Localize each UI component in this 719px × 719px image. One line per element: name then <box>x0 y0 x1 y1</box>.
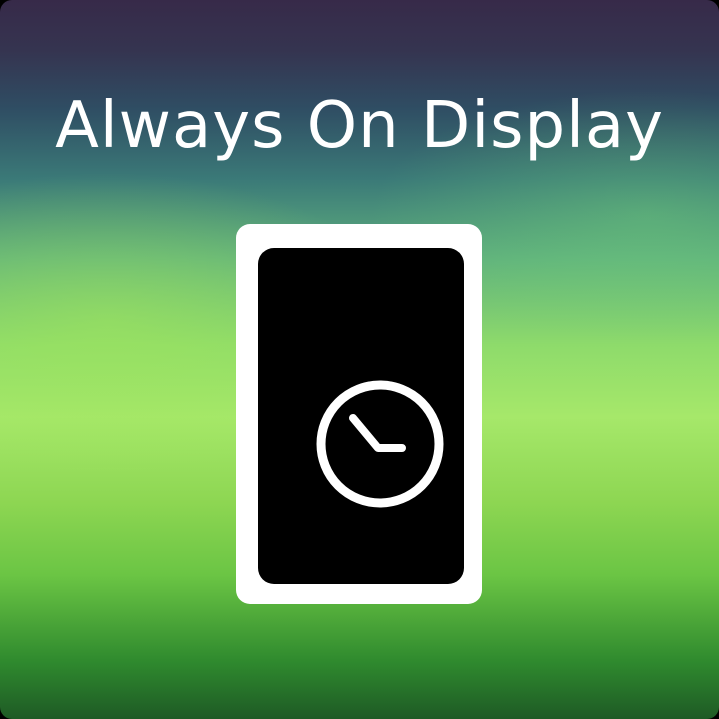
phone-icon <box>236 224 482 604</box>
app-tile[interactable]: Always On Display <box>0 0 719 719</box>
clock-icon <box>316 380 444 508</box>
page-title: Always On Display <box>55 89 664 163</box>
phone-screen <box>258 248 464 584</box>
